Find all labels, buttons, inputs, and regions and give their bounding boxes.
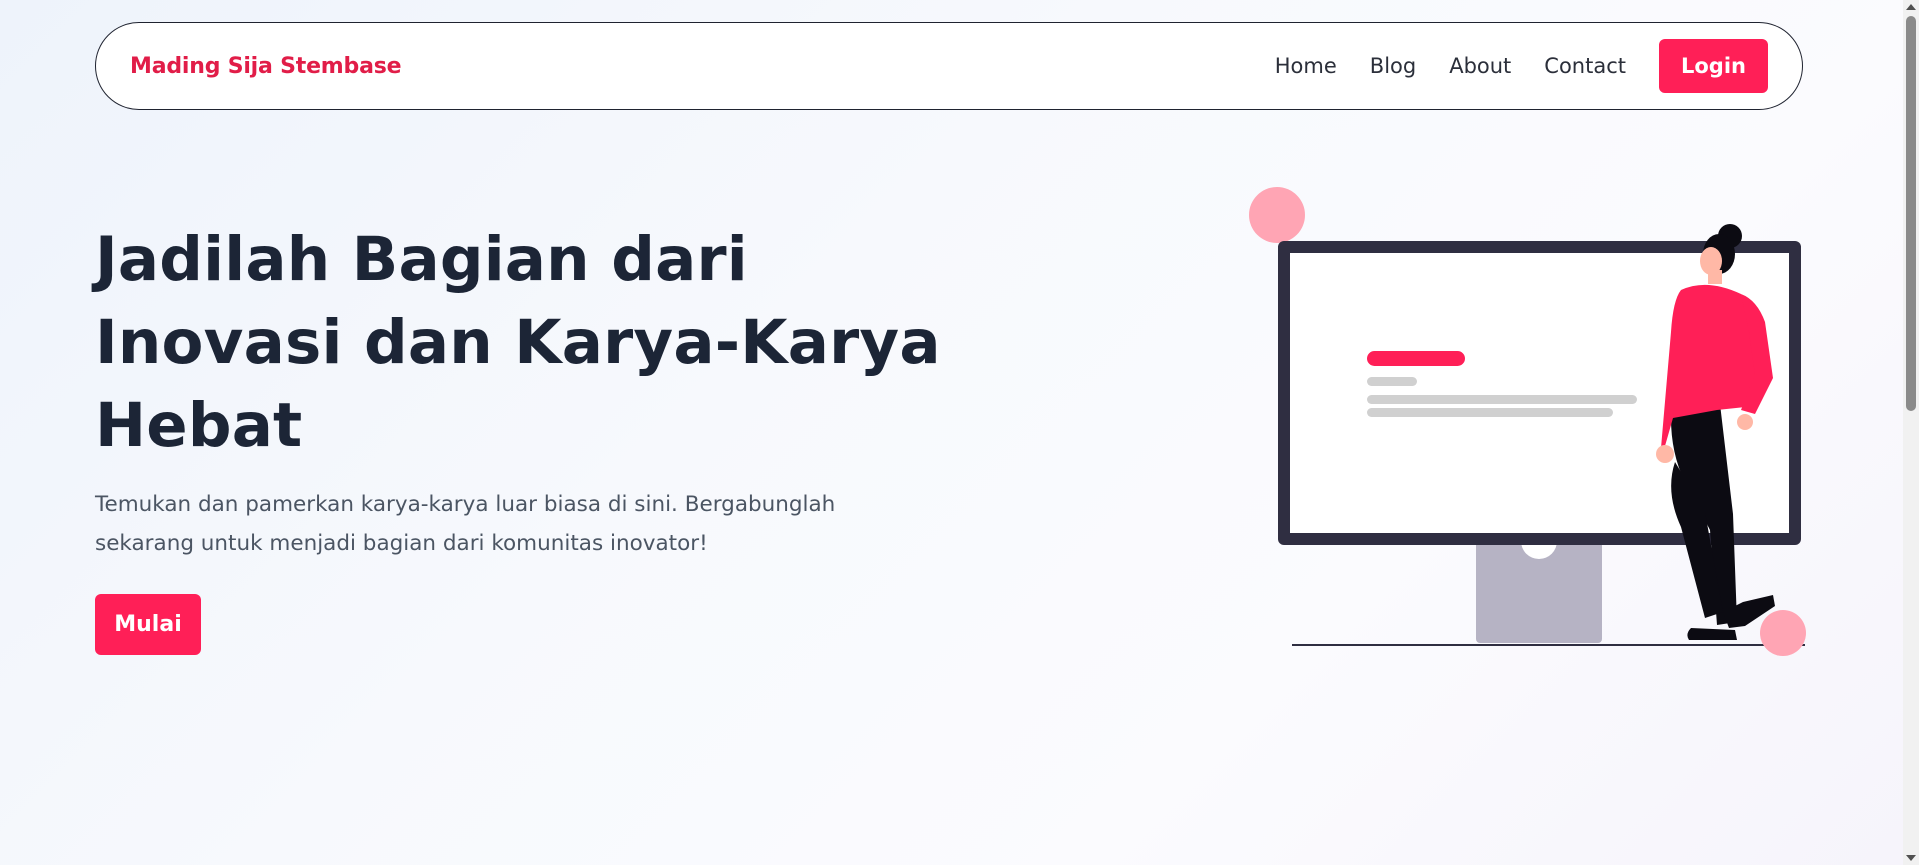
hero-title: Jadilah Bagian dari Inovasi dan Karya-Ka… bbox=[95, 224, 941, 461]
nav-links: Home Blog About Contact Login bbox=[1275, 39, 1768, 93]
vertical-scrollbar[interactable] bbox=[1903, 0, 1919, 865]
screen-line-1 bbox=[1367, 395, 1637, 404]
decor-circle-bottom bbox=[1760, 610, 1806, 656]
nav-link-home[interactable]: Home bbox=[1275, 54, 1337, 78]
navbar: Mading Sija Stembase Home Blog About Con… bbox=[95, 22, 1803, 110]
person-presenting-monitor-illustration bbox=[1249, 187, 1806, 656]
screen-short-line bbox=[1367, 377, 1417, 386]
screen-line-2 bbox=[1367, 408, 1613, 417]
nav-link-blog[interactable]: Blog bbox=[1370, 54, 1416, 78]
scroll-up-arrow-icon[interactable] bbox=[1906, 4, 1916, 10]
scrollbar-thumb[interactable] bbox=[1906, 16, 1916, 411]
hero-description: Temukan dan pamerkan karya-karya luar bi… bbox=[95, 492, 836, 556]
nav-link-about[interactable]: About bbox=[1449, 54, 1511, 78]
login-button[interactable]: Login bbox=[1659, 39, 1768, 93]
scroll-down-arrow-icon[interactable] bbox=[1906, 855, 1916, 861]
brand-logo[interactable]: Mading Sija Stembase bbox=[130, 54, 402, 79]
nav-link-contact[interactable]: Contact bbox=[1544, 54, 1626, 78]
screen-title-bar bbox=[1367, 351, 1465, 366]
start-button[interactable]: Mulai bbox=[95, 594, 201, 655]
decor-circle-top bbox=[1249, 187, 1305, 243]
